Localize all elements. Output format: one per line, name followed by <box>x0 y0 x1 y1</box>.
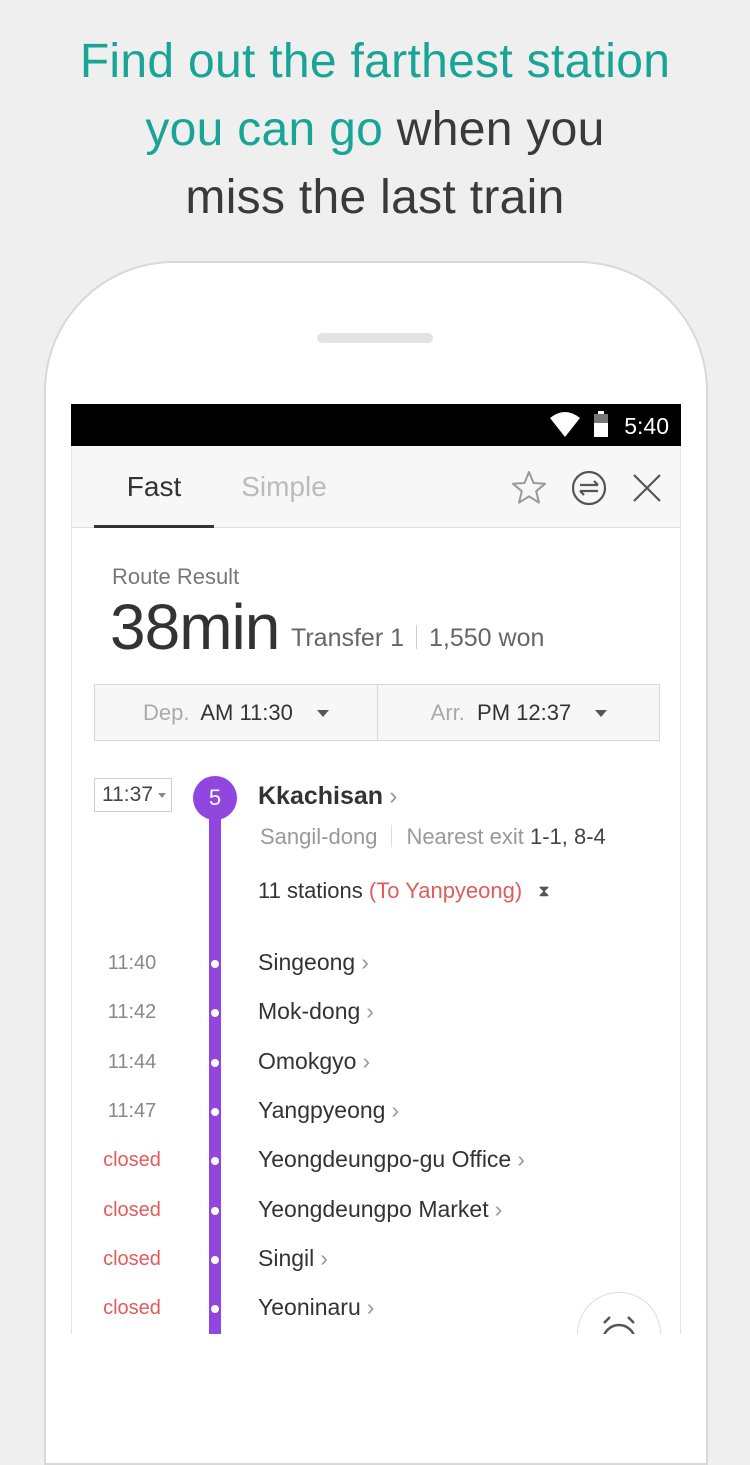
departure-time-dropdown[interactable]: Dep. AM 11:30 <box>95 685 378 740</box>
stop-time: closed <box>103 1297 161 1320</box>
stop-time: 11:47 <box>107 1099 157 1122</box>
exit-label: Nearest exit <box>406 824 524 849</box>
stop-name: Yangpyeong › <box>258 1097 399 1124</box>
stop-name: Mok-dong › <box>258 998 374 1025</box>
chevron-right-icon: › <box>361 949 369 975</box>
stop-dot <box>211 1255 219 1264</box>
phone-speaker <box>317 333 433 343</box>
tab-fast[interactable]: Fast <box>94 446 214 528</box>
boarding-station-name: Kkachisan <box>258 782 384 810</box>
stop-name: Yeongdeungpo Market › <box>258 1196 502 1223</box>
app-screen: 5:40 Fast Simple Route Result 38min Tran… <box>71 404 681 1334</box>
chevron-right-icon: › <box>366 998 374 1025</box>
swap-icon[interactable] <box>569 468 609 508</box>
stop-name-text: Yeongdeungpo-gu Office <box>258 1146 512 1173</box>
star-icon[interactable] <box>509 468 549 508</box>
status-time: 5:40 <box>624 413 669 439</box>
chevron-right-icon: › <box>517 1146 525 1173</box>
chevron-right-icon: › <box>362 1047 371 1074</box>
close-icon[interactable] <box>627 468 667 508</box>
arrival-time-dropdown[interactable]: Arr. PM 12:37 <box>378 685 660 740</box>
route-content: Route Result 38min Transfer 1 1,550 won D… <box>71 528 681 1334</box>
dep-label: Dep. <box>142 700 190 725</box>
stop-row[interactable]: closed Singil › <box>72 1240 681 1280</box>
status-bar: 5:40 <box>71 404 681 446</box>
boarding-time: 11:37 <box>102 783 153 806</box>
stop-name-text: Mok-dong <box>258 998 361 1025</box>
stop-time: closed <box>103 1149 161 1172</box>
route-duration: 38min <box>110 591 280 663</box>
stop-dot <box>211 960 219 968</box>
stop-dot <box>211 1305 219 1314</box>
chevron-right-icon: › <box>320 1244 328 1271</box>
transfer-count: Transfer 1 <box>291 624 405 652</box>
line-number-badge: 5 <box>193 776 237 820</box>
route-meta: Transfer 1 1,550 won <box>291 624 544 653</box>
stop-name-text: Yangpyeong <box>258 1096 386 1123</box>
stop-dot <box>211 1058 219 1067</box>
wifi-icon <box>550 412 580 437</box>
route-result-label: Route Result <box>112 564 240 589</box>
stop-name: Omokgyo › <box>258 1048 370 1075</box>
headline: Find out the farthest station you can go… <box>0 28 750 232</box>
station-sub-info: Sangil-dong Nearest exit 1-1, 8-4 <box>260 824 606 850</box>
stop-row[interactable]: 11:40 Singeong › <box>72 944 681 984</box>
stop-time: closed <box>103 1247 161 1270</box>
route-fare: 1,550 won <box>429 624 545 652</box>
stop-name-text: Omokgyo <box>258 1047 357 1074</box>
headline-line-2: when you <box>383 103 605 156</box>
stop-row[interactable]: closed Yeongdeungpo-gu Office › <box>72 1141 681 1181</box>
stop-name-text: Singeong <box>258 949 356 975</box>
stations-toggle[interactable]: 11 stations (To Yanpyeong) ⧗ <box>258 878 550 904</box>
alarm-button[interactable] <box>577 1292 661 1334</box>
chevron-right-icon: › <box>391 1096 400 1123</box>
stop-row[interactable]: 11:47 Yangpyeong › <box>72 1092 681 1132</box>
stop-time: closed <box>103 1198 161 1221</box>
arr-label: Arr. <box>430 700 465 725</box>
stations-count: 11 stations <box>258 878 363 903</box>
station-area: Sangil-dong <box>260 824 378 849</box>
headline-line-1: Find out the farthest station <box>79 35 671 88</box>
headline-line-3: miss the last train <box>185 171 565 224</box>
chevron-right-icon: › <box>389 782 398 810</box>
stop-name: Yeongdeungpo-gu Office › <box>258 1146 525 1173</box>
time-selector: Dep. AM 11:30 Arr. PM 12:37 <box>94 684 660 741</box>
tab-simple[interactable]: Simple <box>224 446 344 528</box>
chevron-right-icon: › <box>366 1294 375 1321</box>
chevron-down-icon <box>595 710 608 717</box>
stop-time: 11:42 <box>107 1001 157 1024</box>
collapse-icon: ⧗ <box>538 883 550 900</box>
battery-icon <box>594 411 608 437</box>
stop-name-text: Yeoninaru <box>258 1294 361 1321</box>
dep-value: AM 11:30 <box>200 700 293 725</box>
chevron-down-icon <box>158 793 166 798</box>
stop-name-text: Yeongdeungpo Market <box>258 1195 489 1222</box>
stop-name: Singil › <box>258 1245 328 1272</box>
direction: (To Yanpyeong) <box>368 878 523 903</box>
chevron-right-icon: › <box>494 1195 503 1222</box>
alarm-clock-icon <box>603 1316 635 1334</box>
boarding-station[interactable]: Kkachisan › <box>258 782 397 811</box>
stop-name: Yeoninaru › <box>258 1294 374 1321</box>
stop-row[interactable]: closed Yeongdeungpo Market › <box>72 1191 681 1231</box>
tab-bar: Fast Simple <box>71 446 681 528</box>
stop-time: 11:44 <box>107 1050 157 1073</box>
stop-time: 11:40 <box>107 952 157 974</box>
boarding-time-select[interactable]: 11:37 <box>94 778 172 812</box>
arr-value: PM 12:37 <box>477 700 572 725</box>
stop-dot <box>211 1107 219 1116</box>
stop-dot <box>211 1009 219 1018</box>
exit-value: 1-1, 8-4 <box>529 824 606 849</box>
stop-row[interactable]: 11:42 Mok-dong › <box>72 993 681 1033</box>
stop-name-text: Singil <box>258 1244 315 1271</box>
stop-dot <box>211 1157 219 1166</box>
stop-name: Singeong › <box>258 949 369 976</box>
stop-row[interactable]: 11:44 Omokgyo › <box>72 1043 681 1083</box>
chevron-down-icon <box>317 710 330 717</box>
headline-highlight: you can go <box>145 103 384 156</box>
stop-dot <box>211 1206 219 1215</box>
